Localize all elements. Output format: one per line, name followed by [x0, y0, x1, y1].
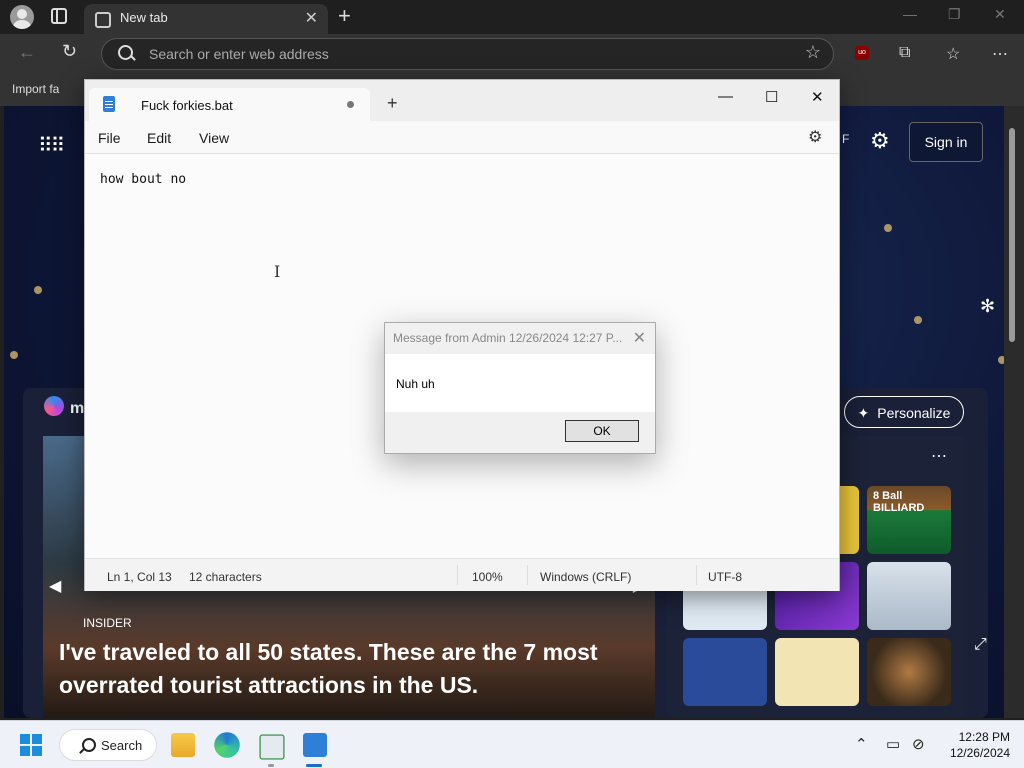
notepad-new-tab-icon[interactable]: + — [387, 93, 398, 114]
notepad-statusbar: Ln 1, Col 13 12 characters 100% Windows … — [85, 558, 839, 591]
address-placeholder: Search or enter web address — [149, 46, 329, 62]
notepad-titlebar: Fuck forkies.bat + — ☐ ✕ — [85, 80, 839, 121]
menu-view[interactable]: View — [199, 130, 229, 146]
new-tab-icon — [95, 12, 111, 28]
dialog-ok-button[interactable]: OK — [565, 420, 639, 442]
file-explorer-icon[interactable] — [171, 733, 195, 757]
game-tile[interactable] — [683, 638, 767, 706]
menu-edit[interactable]: Edit — [147, 130, 171, 146]
status-divider — [527, 565, 528, 585]
game-tile-billiard[interactable]: 8 Ball BILLIARD — [867, 486, 951, 554]
system-clock[interactable]: 12:28 PM 12/26/2024 — [944, 729, 1010, 761]
browser-tab-title: New tab — [120, 10, 168, 25]
favorite-star-icon[interactable]: ☆ — [805, 42, 821, 63]
document-text[interactable]: how bout no — [100, 172, 186, 187]
dialog-close-icon[interactable]: ✕ — [633, 328, 646, 348]
clock-time: 12:28 PM — [958, 730, 1010, 744]
search-icon — [118, 45, 133, 60]
previous-story-icon[interactable]: ◀ — [49, 576, 61, 596]
news-headline[interactable]: I've traveled to all 50 states. These ar… — [59, 636, 619, 702]
expand-icon[interactable]: ⤢ — [974, 636, 987, 654]
notepad-menubar: File Edit View ⚙ — [85, 121, 839, 154]
browser-tab-new-tab[interactable]: New tab ✕ — [84, 4, 328, 34]
notepad-close-icon[interactable]: ✕ — [811, 88, 824, 106]
notepad-icon — [103, 96, 115, 112]
weather-fragment: F — [842, 132, 850, 146]
active-indicator — [306, 764, 322, 767]
notepad-minimize-icon[interactable]: — — [718, 88, 733, 105]
notepad-file-title: Fuck forkies.bat — [141, 98, 233, 113]
tab-actions-icon[interactable] — [51, 8, 67, 24]
notepad-maximize-icon[interactable]: ☐ — [765, 88, 778, 106]
network-icon[interactable]: ⊘ — [912, 735, 925, 753]
game-title: 8 Ball BILLIARD — [873, 490, 925, 514]
close-tab-icon[interactable]: ✕ — [305, 8, 318, 28]
search-icon — [82, 738, 96, 752]
browser-toolbar: ← ↻ Search or enter web address ☆ uo ⧉ ☆… — [0, 34, 1024, 74]
zoom-level[interactable]: 100% — [472, 570, 503, 584]
import-favorites-link[interactable]: Import fa — [12, 82, 59, 96]
line-ending[interactable]: Windows (CRLF) — [540, 570, 631, 584]
profile-avatar-icon[interactable] — [10, 5, 34, 29]
notepad-settings-gear-icon[interactable]: ⚙ — [808, 127, 822, 147]
page-scrollbar[interactable] — [1004, 106, 1024, 718]
message-dialog: Message from Admin 12/26/2024 12:27 P...… — [384, 322, 656, 454]
microsoft-start-logo-icon — [44, 396, 64, 416]
start-windows-icon[interactable] — [20, 734, 42, 756]
encoding[interactable]: UTF-8 — [708, 570, 742, 584]
taskbar: Search ⌃ ▭ ⊘ 12:28 PM 12/26/2024 — [0, 720, 1024, 768]
more-options-icon[interactable]: ⋯ — [931, 446, 947, 466]
browser-tab-bar: New tab ✕ + — ❐ ✕ — [0, 0, 1024, 34]
more-menu-icon[interactable]: ⋯ — [992, 44, 1008, 64]
sign-in-button[interactable]: Sign in — [909, 122, 983, 162]
unsaved-indicator-icon[interactable] — [347, 101, 354, 108]
notepad-taskbar-icon[interactable] — [303, 733, 327, 757]
settings-gear-icon[interactable]: ⚙ — [870, 128, 890, 154]
news-source: INSIDER — [83, 616, 132, 630]
address-bar[interactable]: Search or enter web address ☆ — [101, 38, 834, 70]
personalize-label: Personalize — [877, 405, 951, 421]
apps-launcher-icon[interactable]: ⠿⠿ — [38, 133, 65, 158]
favorites-icon[interactable]: ☆ — [946, 44, 960, 64]
notepad-file-tab[interactable]: Fuck forkies.bat — [89, 88, 370, 121]
sparkle-icon[interactable]: ✻ — [980, 296, 995, 317]
dialog-body: Nuh uh — [385, 354, 655, 412]
decorative-dot — [10, 351, 18, 359]
taskbar-search[interactable]: Search — [59, 729, 157, 761]
refresh-icon[interactable]: ↻ — [62, 41, 77, 62]
clock-date: 12/26/2024 — [949, 746, 1010, 760]
decorative-dot — [34, 286, 42, 294]
game-tile[interactable] — [867, 638, 951, 706]
char-count: 12 characters — [189, 570, 262, 584]
restore-icon[interactable]: ❐ — [948, 6, 961, 23]
ibeam-cursor-icon: I — [274, 262, 281, 281]
dialog-message: Nuh uh — [396, 377, 435, 391]
personalize-icon: ✦ — [857, 405, 870, 421]
running-indicator — [268, 764, 274, 767]
new-tab-plus-icon[interactable]: + — [338, 3, 351, 29]
decorative-dot — [884, 224, 892, 232]
edge-browser-icon[interactable] — [214, 732, 240, 758]
minimize-icon[interactable]: — — [903, 6, 917, 22]
ublock-extension-icon[interactable]: uo — [855, 46, 869, 60]
extensions-puzzle-icon[interactable]: ⧉ — [899, 44, 910, 62]
brand-letter: m — [70, 400, 85, 417]
dialog-title: Message from Admin 12/26/2024 12:27 P... — [393, 331, 623, 345]
tray-chevron-up-icon[interactable]: ⌃ — [855, 735, 868, 753]
taskbar-search-label: Search — [101, 738, 143, 753]
status-divider — [457, 565, 458, 585]
display-icon[interactable]: ▭ — [886, 735, 900, 753]
game-tile[interactable] — [867, 562, 951, 630]
game-tile[interactable] — [775, 638, 859, 706]
personalize-button[interactable]: ✦ Personalize — [844, 396, 964, 428]
status-divider — [696, 565, 697, 585]
scrollbar-thumb[interactable] — [1009, 128, 1015, 342]
decorative-dot — [914, 316, 922, 324]
cursor-position: Ln 1, Col 13 — [107, 570, 172, 584]
back-arrow-icon[interactable]: ← — [18, 42, 36, 63]
menu-file[interactable]: File — [98, 130, 121, 146]
close-window-icon[interactable]: ✕ — [994, 6, 1006, 23]
task-manager-icon[interactable] — [259, 734, 285, 760]
